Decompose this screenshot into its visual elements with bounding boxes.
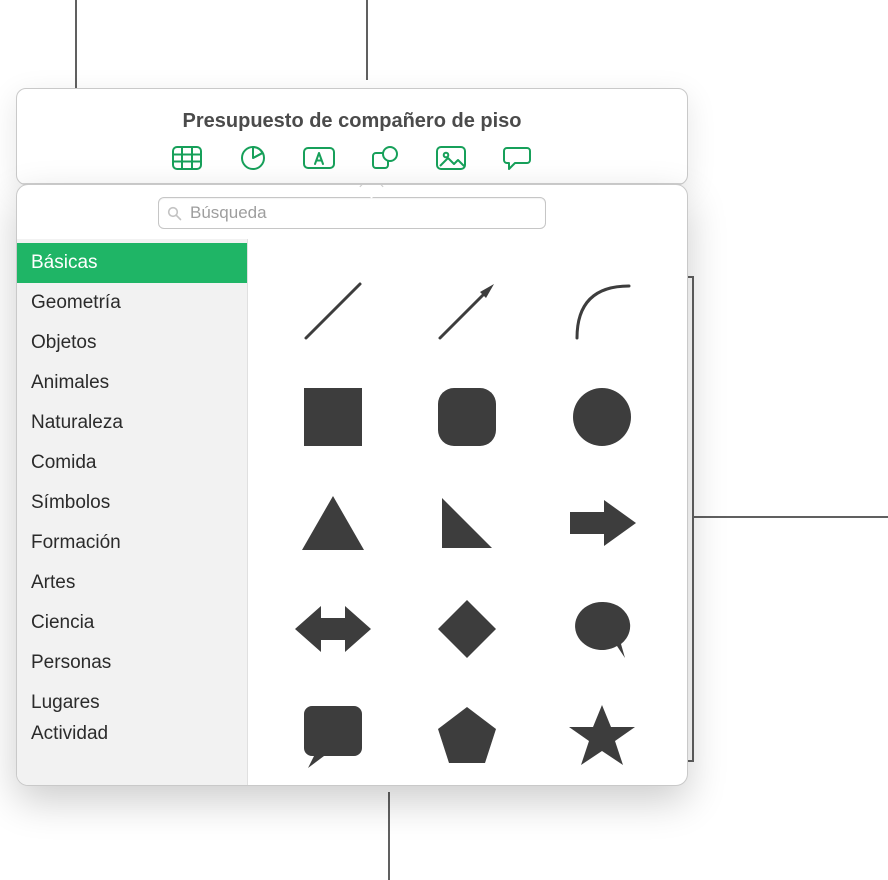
sidebar-item-formacion[interactable]: Formación <box>17 523 247 563</box>
shapes-popover: Básicas Geometría Objetos Animales Natur… <box>16 184 688 786</box>
line-shape-icon <box>294 272 372 350</box>
sidebar-item-label: Comida <box>31 452 96 474</box>
square-callout-shape-icon <box>300 700 366 770</box>
sidebar-item-label: Formación <box>31 532 121 554</box>
sidebar-item-label: Objetos <box>31 332 96 354</box>
sidebar-item-label: Geometría <box>31 292 121 314</box>
insert-shape-button[interactable] <box>367 143 403 173</box>
sidebar-item-label: Naturaleza <box>31 412 123 434</box>
shape-arrow-right[interactable] <box>537 471 667 575</box>
sidebar-item-animales[interactable]: Animales <box>17 363 247 403</box>
sidebar-item-label: Actividad <box>31 723 108 743</box>
diamond-shape-icon <box>434 596 500 662</box>
insert-chart-button[interactable] <box>235 143 271 173</box>
insert-comment-button[interactable] <box>499 143 535 173</box>
callout-line <box>366 0 368 80</box>
shape-diamond[interactable] <box>402 577 532 681</box>
arrow-right-shape-icon <box>564 494 640 552</box>
sidebar-item-comida[interactable]: Comida <box>17 443 247 483</box>
sidebar-item-simbolos[interactable]: Símbolos <box>17 483 247 523</box>
sidebar-item-actividad[interactable]: Actividad <box>17 723 247 743</box>
square-shape-icon <box>300 384 366 450</box>
insert-media-button[interactable] <box>433 143 469 173</box>
sidebar-item-label: Animales <box>31 372 109 394</box>
shape-star[interactable] <box>537 683 667 786</box>
shape-square-callout[interactable] <box>268 683 398 786</box>
shape-circle[interactable] <box>537 365 667 469</box>
search-icon <box>167 206 182 221</box>
shape-arrow-line[interactable] <box>402 259 532 363</box>
shape-speech-bubble[interactable] <box>537 577 667 681</box>
text-box-icon <box>303 146 335 170</box>
sidebar-item-label: Lugares <box>31 692 100 714</box>
sidebar-item-artes[interactable]: Artes <box>17 563 247 603</box>
sidebar-item-label: Símbolos <box>31 492 110 514</box>
pentagon-shape-icon <box>434 703 500 767</box>
circle-shape-icon <box>569 384 635 450</box>
sidebar-item-label: Artes <box>31 572 75 594</box>
sidebar-item-naturaleza[interactable]: Naturaleza <box>17 403 247 443</box>
toolbar <box>17 133 687 183</box>
shape-right-triangle[interactable] <box>402 471 532 575</box>
right-triangle-shape-icon <box>436 492 498 554</box>
sidebar-item-lugares[interactable]: Lugares <box>17 683 247 723</box>
search-field[interactable] <box>158 197 546 229</box>
comment-icon <box>503 145 531 171</box>
triangle-shape-icon <box>298 492 368 554</box>
shape-arrow-bidir[interactable] <box>268 577 398 681</box>
sidebar-item-personas[interactable]: Personas <box>17 643 247 683</box>
curve-shape-icon <box>563 272 641 350</box>
media-icon <box>436 146 466 170</box>
sidebar-item-basicas[interactable]: Básicas <box>17 243 247 283</box>
sidebar-item-label: Básicas <box>31 252 98 274</box>
sidebar-item-geometria[interactable]: Geometría <box>17 283 247 323</box>
arrow-line-shape-icon <box>428 272 506 350</box>
sidebar-item-ciencia[interactable]: Ciencia <box>17 603 247 643</box>
popover-caret <box>360 184 382 186</box>
shape-icon <box>371 145 399 171</box>
shape-triangle[interactable] <box>268 471 398 575</box>
sidebar-item-label: Ciencia <box>31 612 94 634</box>
document-window: Presupuesto de compañero de piso <box>16 88 688 185</box>
star-shape-icon <box>567 701 637 769</box>
callout-line <box>692 516 888 518</box>
window-title: Presupuesto de compañero de piso <box>17 89 687 133</box>
shape-square[interactable] <box>268 365 398 469</box>
insert-text-button[interactable] <box>301 143 337 173</box>
chart-icon <box>240 145 266 171</box>
sidebar-item-label: Personas <box>31 652 111 674</box>
shape-line[interactable] <box>268 259 398 363</box>
search-input[interactable] <box>188 202 537 224</box>
shapes-grid-pane <box>248 239 687 786</box>
shape-rounded-square[interactable] <box>402 365 532 469</box>
arrow-bidirectional-shape-icon <box>291 600 375 658</box>
callout-line <box>388 792 390 880</box>
shape-curve[interactable] <box>537 259 667 363</box>
rounded-square-shape-icon <box>434 384 500 450</box>
shapes-categories-sidebar: Básicas Geometría Objetos Animales Natur… <box>17 239 248 786</box>
insert-table-button[interactable] <box>169 143 205 173</box>
sidebar-item-objetos[interactable]: Objetos <box>17 323 247 363</box>
table-icon <box>172 146 202 170</box>
shape-pentagon[interactable] <box>402 683 532 786</box>
speech-bubble-shape-icon <box>569 596 635 662</box>
